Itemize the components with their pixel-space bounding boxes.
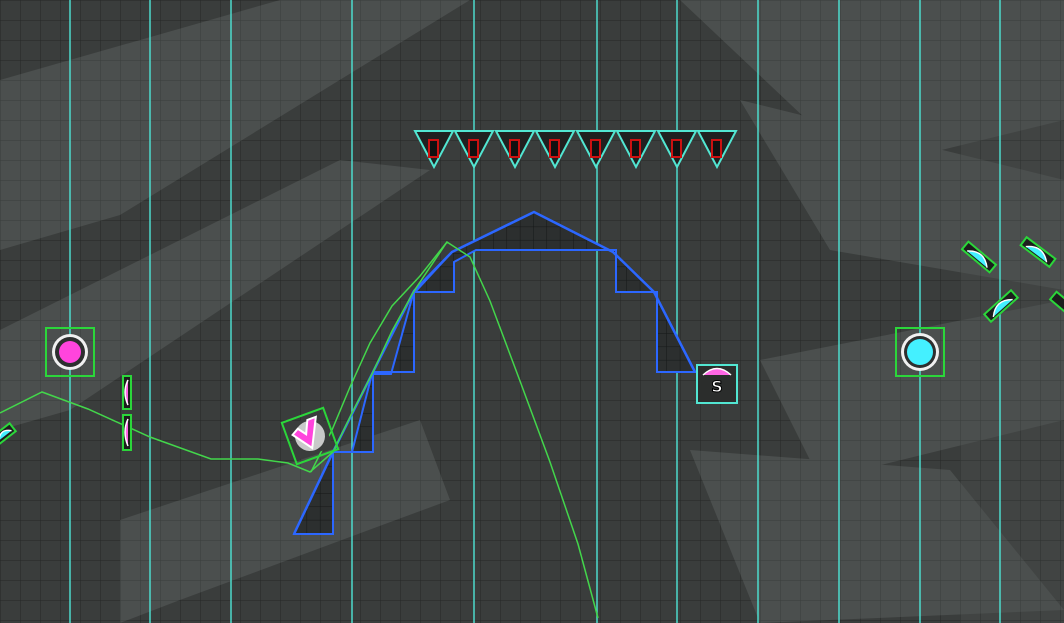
level-editor-canvas[interactable]: S S (0, 0, 1064, 623)
speed-portal-label: S (711, 377, 723, 396)
level-scene[interactable]: S (0, 0, 1064, 623)
speed-portal[interactable]: S (696, 364, 738, 404)
